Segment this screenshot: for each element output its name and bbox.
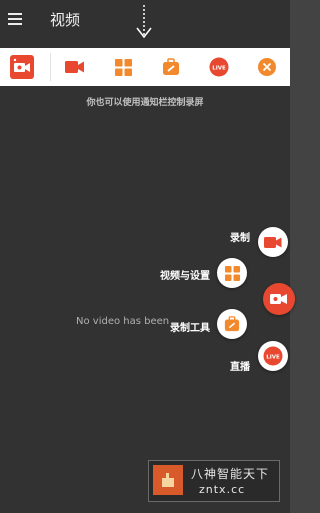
video-settings-button[interactable]	[217, 258, 247, 288]
grid-icon[interactable]	[111, 55, 135, 79]
grid-icon	[224, 265, 240, 281]
live-icon: LIVE	[263, 346, 283, 366]
floating-recorder-bubble[interactable]	[263, 283, 295, 315]
live-icon[interactable]: LIVE	[207, 55, 231, 79]
record-icon	[264, 236, 282, 248]
page-title: 视频	[50, 11, 81, 29]
tools-button[interactable]	[217, 309, 247, 339]
watermark-logo-icon	[153, 465, 183, 495]
notification-control-bar: LIVE	[0, 48, 290, 86]
app-logo-icon[interactable]	[10, 55, 34, 79]
record-label[interactable]: 录制	[230, 229, 250, 244]
live-button[interactable]: LIVE	[258, 341, 288, 371]
toolbox-icon[interactable]	[159, 55, 183, 79]
watermark-text-cn: 八神智能天下	[191, 467, 270, 481]
tools-label[interactable]: 录制工具	[170, 319, 210, 334]
camera-icon	[270, 294, 287, 304]
arrow-down-icon	[136, 5, 152, 39]
toolbox-icon	[224, 316, 240, 332]
record-button[interactable]	[258, 227, 288, 257]
video-settings-label[interactable]: 视频与设置	[160, 267, 210, 282]
menu-icon[interactable]	[8, 13, 22, 25]
live-icon-label: LIVE	[212, 65, 226, 71]
close-icon[interactable]	[255, 55, 279, 79]
record-icon[interactable]	[63, 55, 87, 79]
watermark: 八神智能天下 zntx.cc	[148, 460, 280, 502]
divider	[50, 53, 51, 81]
dim-overlay[interactable]	[0, 86, 290, 513]
live-label[interactable]: 直播	[230, 358, 250, 373]
watermark-text-en: zntx.cc	[199, 483, 246, 496]
live-badge-text: LIVE	[266, 354, 280, 360]
app-bar: 视频	[0, 0, 290, 50]
